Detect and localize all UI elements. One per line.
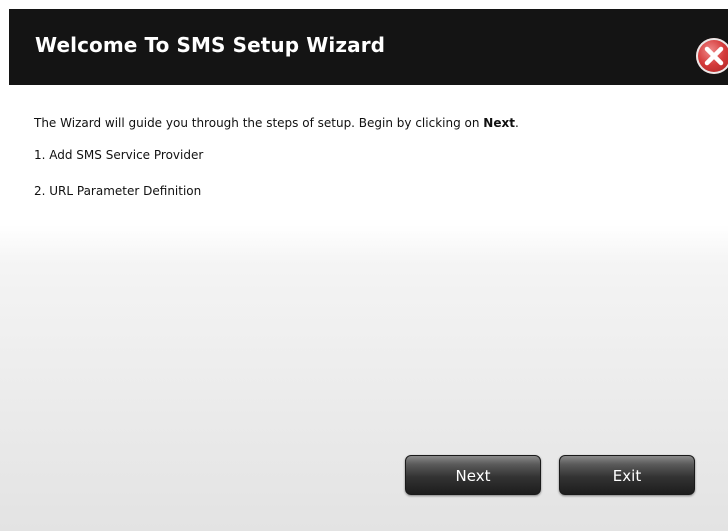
title-bar: Welcome To SMS Setup Wizard: [9, 9, 728, 85]
intro-suffix: .: [514, 116, 519, 130]
intro-prefix: The Wizard will guide you through the st…: [34, 116, 484, 130]
close-icon[interactable]: [696, 38, 728, 74]
close-x-icon: [704, 46, 724, 66]
step-item-2: 2. URL Parameter Definition: [34, 184, 202, 198]
exit-button[interactable]: Exit: [559, 455, 695, 495]
intro-next-emphasis: Next: [483, 116, 515, 130]
next-button[interactable]: Next: [405, 455, 541, 495]
dialog-title: Welcome To SMS Setup Wizard: [35, 33, 386, 57]
wizard-dialog: Welcome To SMS Setup Wizard The Wizard w…: [0, 0, 728, 531]
intro-text: The Wizard will guide you through the st…: [34, 116, 519, 130]
step-item-1: 1. Add SMS Service Provider: [34, 148, 204, 162]
